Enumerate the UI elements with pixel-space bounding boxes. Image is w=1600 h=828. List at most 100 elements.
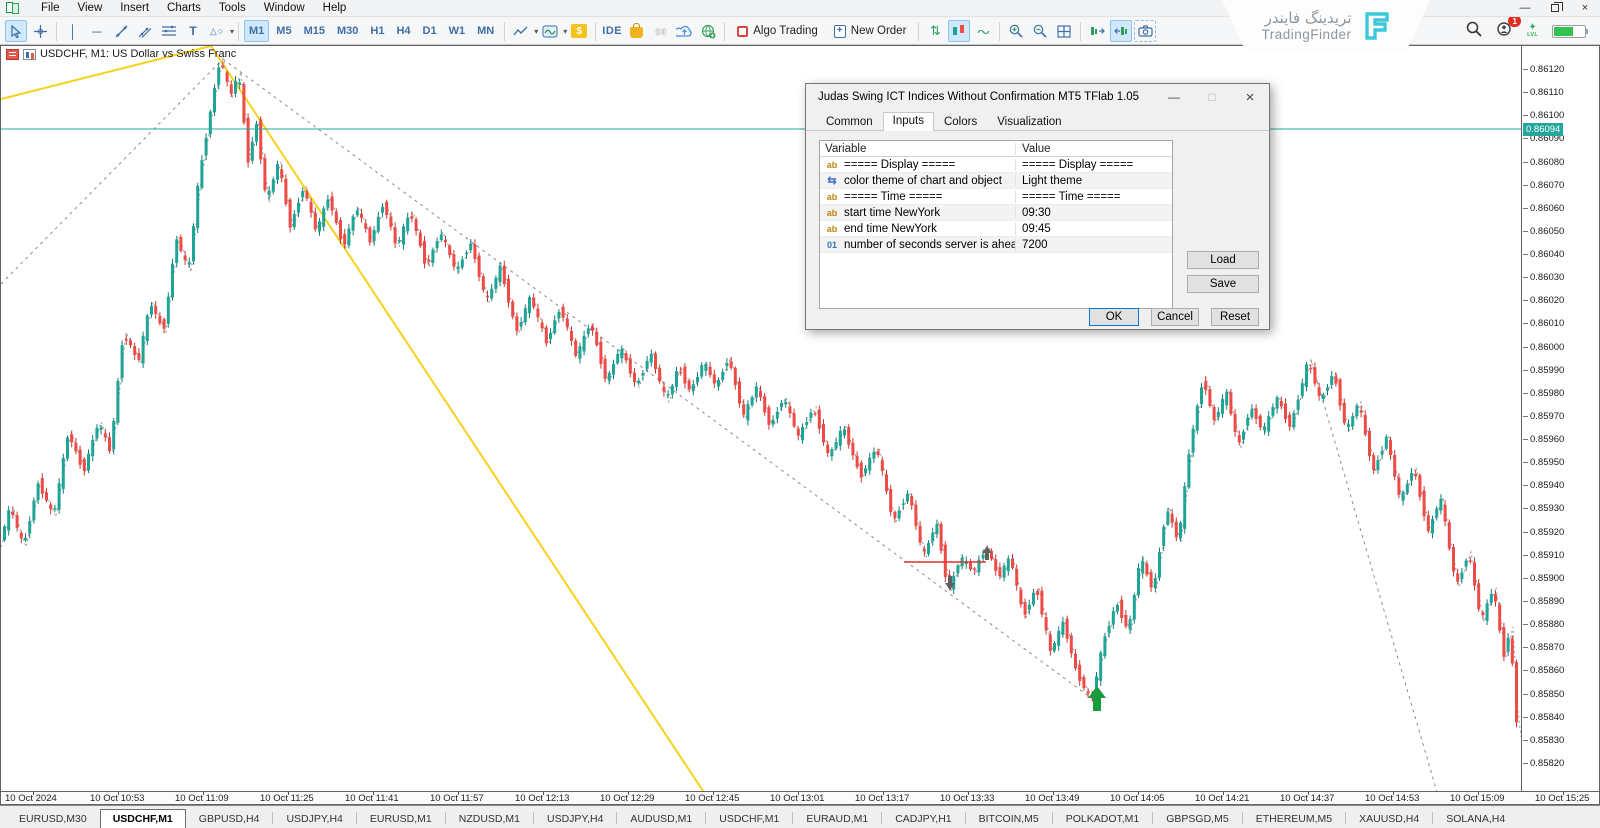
variable-value[interactable]: 7200 <box>1016 239 1172 251</box>
menu-help[interactable]: Help <box>314 1 356 15</box>
chart-type-dropdown-arrow[interactable]: ▾ <box>534 27 538 36</box>
algo-trading-button[interactable]: Algo Trading <box>729 20 826 42</box>
search-button[interactable] <box>1466 21 1482 42</box>
ide-button[interactable]: IDE <box>601 20 623 42</box>
line-chart-button[interactable]: 〜 <box>972 20 994 42</box>
table-row[interactable]: 01number of seconds server is ahead (ba.… <box>820 237 1172 253</box>
chart-tab-usdchf-m1[interactable]: USDCHF,M1 <box>100 809 186 828</box>
table-row[interactable]: abstart time NewYork09:30 <box>820 205 1172 221</box>
chart-tab-polkadot-m1[interactable]: POLKADOT,M1 <box>1053 809 1153 828</box>
crosshair-tool-button[interactable] <box>29 20 51 42</box>
chart-tab-solana-h4[interactable]: SOLANA,H4 <box>1433 809 1518 828</box>
price-axis[interactable]: 0.861200.861100.861000.860900.860800.860… <box>1521 46 1599 791</box>
chart-tab-usdjpy-h4[interactable]: USDJPY,H4 <box>273 809 355 828</box>
chart-tab-ethereum-m5[interactable]: ETHEREUM,M5 <box>1243 809 1345 828</box>
chart-tab-gbpsgd-m5[interactable]: GBPSGD,M5 <box>1153 809 1241 828</box>
shapes-dropdown-arrow[interactable]: ▾ <box>230 27 234 36</box>
dialog-maximize-button[interactable]: □ <box>1193 85 1231 109</box>
market-button[interactable] <box>625 20 647 42</box>
cancel-button[interactable]: Cancel <box>1151 308 1199 326</box>
horizontal-line-tool[interactable]: ─ <box>86 20 108 42</box>
menu-window[interactable]: Window <box>255 1 314 15</box>
timeframe-mn[interactable]: MN <box>472 20 499 42</box>
chart-tab-bitcoin-m5[interactable]: BITCOIN,M5 <box>966 809 1052 828</box>
new-order-button[interactable]: New Order <box>826 20 915 42</box>
dialog-tab-common[interactable]: Common <box>816 113 883 131</box>
dialog-minimize-button[interactable]: — <box>1155 85 1193 109</box>
dialog-tab-inputs[interactable]: Inputs <box>883 112 934 131</box>
dialog-tab-colors[interactable]: Colors <box>934 113 987 131</box>
variable-value[interactable]: ===== Display ===== <box>1016 159 1172 171</box>
indicators-dropdown-arrow[interactable]: ▾ <box>563 27 567 36</box>
chart-tab-usdjpy-h4[interactable]: USDJPY,H4 <box>534 809 616 828</box>
tick-chart-button[interactable]: ⇅ <box>924 20 946 42</box>
indicators-button[interactable] <box>539 20 561 42</box>
chart-tab-audusd-m1[interactable]: AUDUSD,M1 <box>617 809 705 828</box>
shift-end-button[interactable] <box>1086 20 1108 42</box>
chart-tab-eurusd-m30[interactable]: EURUSD,M30 <box>6 809 100 828</box>
timeframe-m30[interactable]: M30 <box>332 20 363 42</box>
save-button[interactable]: Save <box>1187 275 1259 293</box>
variable-value[interactable]: Light theme <box>1016 175 1172 187</box>
dialog-title-bar[interactable]: Judas Swing ICT Indices Without Confirma… <box>806 84 1269 110</box>
cloud-button[interactable] <box>673 20 695 42</box>
fibonacci-tool[interactable] <box>158 20 180 42</box>
price-chart[interactable] <box>1 46 1521 791</box>
signals-button[interactable]: ((o)) <box>649 20 671 42</box>
chart-type-button[interactable] <box>510 20 532 42</box>
minimize-button[interactable]: — <box>1510 0 1540 17</box>
notifications-button[interactable]: 1 <box>1496 21 1513 42</box>
dialog-close-button[interactable]: × <box>1231 85 1269 109</box>
variable-value[interactable]: ===== Time ===== <box>1016 191 1172 203</box>
chart-tab-usdchf-m1[interactable]: USDCHF,M1 <box>706 809 792 828</box>
trendline-tool[interactable] <box>110 20 132 42</box>
restore-button[interactable] <box>1540 0 1570 17</box>
timeframe-h1[interactable]: H1 <box>365 20 389 42</box>
timeframe-m15[interactable]: M15 <box>299 20 330 42</box>
chart-tab-gbpusd-h4[interactable]: GBPUSD,H4 <box>186 809 273 828</box>
currency-button[interactable]: $ <box>568 20 590 42</box>
timeframe-m1[interactable]: M1 <box>244 20 269 42</box>
auto-scroll-button[interactable] <box>1110 20 1132 42</box>
tile-windows-button[interactable] <box>1053 20 1075 42</box>
dialog-tab-visualization[interactable]: Visualization <box>987 113 1071 131</box>
load-button[interactable]: Load <box>1187 251 1259 269</box>
chart-candle-icon[interactable] <box>23 49 36 60</box>
table-row[interactable]: ⇆color theme of chart and objectLight th… <box>820 173 1172 189</box>
reset-button[interactable]: Reset <box>1211 308 1259 326</box>
chart-tab-nzdusd-m1[interactable]: NZDUSD,M1 <box>446 809 533 828</box>
candlestick-chart-button[interactable] <box>948 20 970 42</box>
vertical-line-tool[interactable]: │ <box>62 20 84 42</box>
timeframe-h4[interactable]: H4 <box>391 20 415 42</box>
table-row[interactable]: ab===== Time ========== Time ===== <box>820 189 1172 205</box>
table-row[interactable]: abend time NewYork09:45 <box>820 221 1172 237</box>
zoom-out-button[interactable] <box>1029 20 1051 42</box>
timeframe-m5[interactable]: M5 <box>271 20 296 42</box>
chart-tab-xauusd-h4[interactable]: XAUUSD,H4 <box>1346 809 1432 828</box>
timeframe-w1[interactable]: W1 <box>444 20 471 42</box>
zoom-in-button[interactable] <box>1005 20 1027 42</box>
menu-view[interactable]: View <box>69 1 112 15</box>
screenshot-button[interactable] <box>1134 20 1156 42</box>
shapes-tool[interactable]: △○ <box>206 20 228 42</box>
chart-tab-eurusd-m1[interactable]: EURUSD,M1 <box>357 809 445 828</box>
variable-value[interactable]: 09:30 <box>1016 207 1172 219</box>
community-button[interactable] <box>697 20 719 42</box>
time-axis[interactable]: 10 Oct 202410 Oct 10:5310 Oct 11:0910 Oc… <box>1 791 1599 804</box>
table-row[interactable]: ab===== Display ========== Display ===== <box>820 157 1172 173</box>
channel-tool[interactable] <box>134 20 156 42</box>
menu-insert[interactable]: Insert <box>111 1 158 15</box>
cursor-tool-button[interactable] <box>5 20 27 42</box>
chart-tab-euraud-m1[interactable]: EURAUD,M1 <box>793 809 881 828</box>
chart-tab-cadjpy-h1[interactable]: CADJPY,H1 <box>882 809 964 828</box>
inputs-table[interactable]: VariableValueab===== Display ========== … <box>819 140 1173 309</box>
menu-charts[interactable]: Charts <box>158 1 210 15</box>
close-button[interactable]: × <box>1570 0 1600 17</box>
text-tool[interactable]: T <box>182 20 204 42</box>
timeframe-d1[interactable]: D1 <box>418 20 442 42</box>
ok-button[interactable]: OK <box>1089 308 1139 326</box>
quotes-grid-icon[interactable] <box>6 49 19 60</box>
variable-value[interactable]: 09:45 <box>1016 223 1172 235</box>
menu-file[interactable]: File <box>32 1 69 15</box>
menu-tools[interactable]: Tools <box>210 1 255 15</box>
